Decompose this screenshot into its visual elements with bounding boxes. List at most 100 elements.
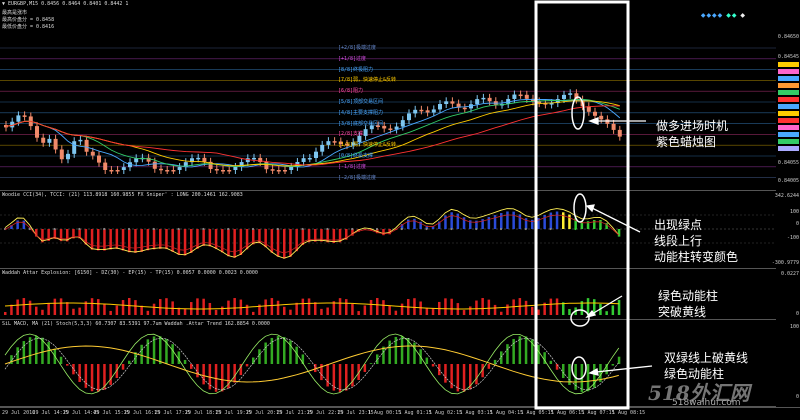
- cci-histogram-bar: [165, 229, 168, 249]
- cci-histogram-bar: [128, 229, 131, 252]
- candle-body: [599, 116, 603, 120]
- annotation-cci-line1: 出现绿点: [654, 217, 738, 233]
- stoch-histogram-bar: [47, 342, 50, 364]
- cci-zero-dot: [302, 228, 304, 230]
- candle-body: [171, 170, 175, 172]
- stoch-histogram-bar: [351, 364, 354, 386]
- waddah-bar: [233, 298, 236, 315]
- candle-body: [302, 158, 306, 162]
- cci-zero-dot: [326, 228, 328, 230]
- waddah-bar: [308, 298, 311, 315]
- waddah-tick: 0: [796, 311, 799, 317]
- murrey-level-label: [4/8]主要支撑阻力: [338, 109, 383, 116]
- symbol-line: ▼ EURGBP,M15 0.8456 0.8464 0.8401 0.8442…: [2, 1, 128, 7]
- stoch-histogram-bar: [333, 364, 336, 391]
- cci-scale[interactable]: 342.6244 100 0 -100 -300.9779: [777, 191, 800, 268]
- annotation-cci-line2: 线段上行: [654, 233, 738, 249]
- time-axis-label: 1 Aug 00:15: [368, 410, 401, 416]
- annotation-waddah-line1: 绿色动能柱: [658, 288, 718, 304]
- waddah-bar: [500, 312, 503, 315]
- waddah-bar: [140, 306, 143, 315]
- cci-zero-dot: [78, 228, 80, 230]
- waddah-bar: [283, 307, 286, 315]
- stoch-histogram-bar: [388, 341, 391, 364]
- cci-histogram-bar: [140, 229, 143, 252]
- time-axis-label: 1 Aug 05:15: [521, 410, 554, 416]
- price-scale[interactable]: 0.84650 0.84545 0.84055 0.84005: [777, 0, 800, 190]
- cci-zero-dot: [252, 228, 254, 230]
- waddah-bar: [78, 308, 81, 315]
- cci-histogram-bar: [109, 229, 112, 249]
- waddah-bar: [364, 305, 367, 315]
- cci-histogram-bar: [209, 229, 212, 246]
- cci-histogram-bar: [171, 229, 174, 252]
- stoch-histogram-bar: [140, 345, 143, 364]
- stoch-histogram-bar: [519, 336, 522, 364]
- cci-histogram-bar: [97, 229, 100, 250]
- cci-histogram-bar: [593, 220, 596, 229]
- candle-body: [91, 152, 95, 156]
- stoch-histogram-bar: [122, 364, 125, 370]
- candle-body: [364, 129, 368, 136]
- waddah-bar: [97, 299, 100, 315]
- stoch-histogram-bar: [308, 363, 311, 364]
- cci-zero-dot: [574, 228, 576, 230]
- waddah-bar: [426, 308, 429, 315]
- waddah-bar: [29, 301, 32, 315]
- time-axis-label: 1 Aug 03:15: [460, 410, 493, 416]
- waddah-bar: [357, 311, 360, 315]
- waddah-bar: [463, 310, 466, 315]
- stoch-histogram-bar: [221, 364, 224, 391]
- waddah-bar: [264, 299, 267, 315]
- candle-body: [153, 162, 157, 169]
- waddah-bar: [16, 300, 19, 315]
- candle-body: [407, 113, 411, 120]
- cci-histogram-bar: [122, 229, 125, 251]
- cci-histogram-bar: [457, 214, 460, 229]
- time-axis-label: 29 Jul 2016: [2, 410, 35, 416]
- price-chart-panel[interactable]: ▼ EURGBP,M15 0.8456 0.8464 0.8401 0.8442…: [0, 0, 776, 191]
- candle-body: [109, 170, 113, 172]
- waddah-bar: [568, 309, 571, 315]
- stoch-histogram-bar: [475, 364, 478, 384]
- waddah-bar: [10, 305, 13, 315]
- cci-histogram-bar: [190, 229, 193, 253]
- waddah-bar: [221, 307, 224, 315]
- stoch-histogram-bar: [171, 344, 174, 364]
- waddah-bar: [277, 301, 280, 315]
- stoch-histogram-bar: [184, 360, 187, 364]
- stoch-histogram-bar: [264, 343, 267, 364]
- time-axis-label: 1 Aug 06:15: [551, 410, 584, 416]
- cci-histogram-bar: [450, 212, 453, 229]
- cci-zero-dot: [500, 228, 502, 230]
- candle-body: [283, 170, 287, 172]
- cci-histogram-bar: [23, 221, 26, 229]
- cci-zero-dot: [54, 228, 56, 230]
- waddah-bar: [4, 312, 7, 315]
- cci-histogram-bar: [134, 229, 137, 253]
- cci-zero-dot: [178, 228, 180, 230]
- stoch-histogram-bar: [488, 364, 491, 369]
- time-axis[interactable]: 29 Jul 201629 Jul 14:1529 Jul 14:4529 Ju…: [0, 407, 800, 420]
- waddah-header: Waddah Attar Explosion: [6150] - DZ(30) …: [2, 270, 258, 276]
- stoch-scale[interactable]: 100 0: [777, 320, 800, 406]
- cci-tick: 100: [790, 209, 799, 215]
- waddah-bar: [401, 304, 404, 315]
- waddah-bar: [289, 310, 292, 315]
- candle-body: [562, 95, 566, 99]
- waddah-bar: [320, 309, 323, 315]
- waddah-bar: [612, 305, 615, 315]
- cci-histogram-bar: [512, 212, 515, 229]
- waddah-scale[interactable]: 0.0227 0: [777, 269, 800, 319]
- candle-body: [72, 141, 76, 154]
- stoch-histogram-bar: [438, 364, 441, 375]
- waddah-bar: [54, 299, 57, 315]
- cci-zero-dot: [525, 228, 527, 230]
- time-axis-label: 1 Aug 01:15: [399, 410, 432, 416]
- waddah-bar: [370, 300, 373, 315]
- stoch-histogram-bar: [550, 361, 553, 364]
- cci-histogram-bar: [519, 214, 522, 229]
- waddah-bar: [481, 298, 484, 315]
- candle-body: [165, 170, 169, 172]
- cci-histogram-bar: [215, 229, 218, 249]
